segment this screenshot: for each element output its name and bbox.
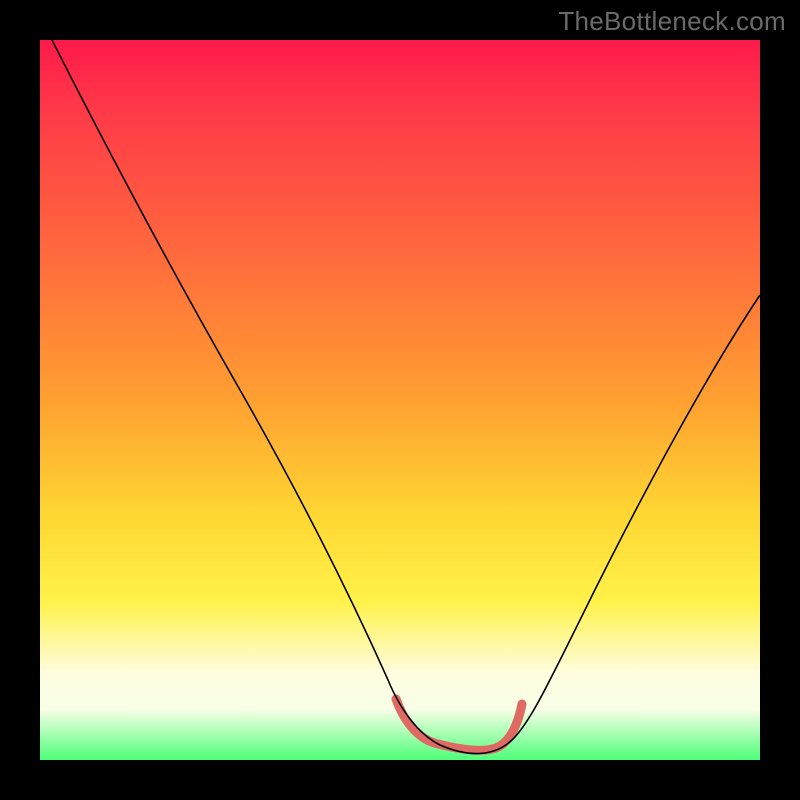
chart-frame: TheBottleneck.com — [0, 0, 800, 800]
plot-area — [40, 40, 760, 760]
curve-main — [52, 40, 760, 754]
curve-svg — [40, 40, 760, 760]
watermark-text: TheBottleneck.com — [558, 6, 786, 37]
